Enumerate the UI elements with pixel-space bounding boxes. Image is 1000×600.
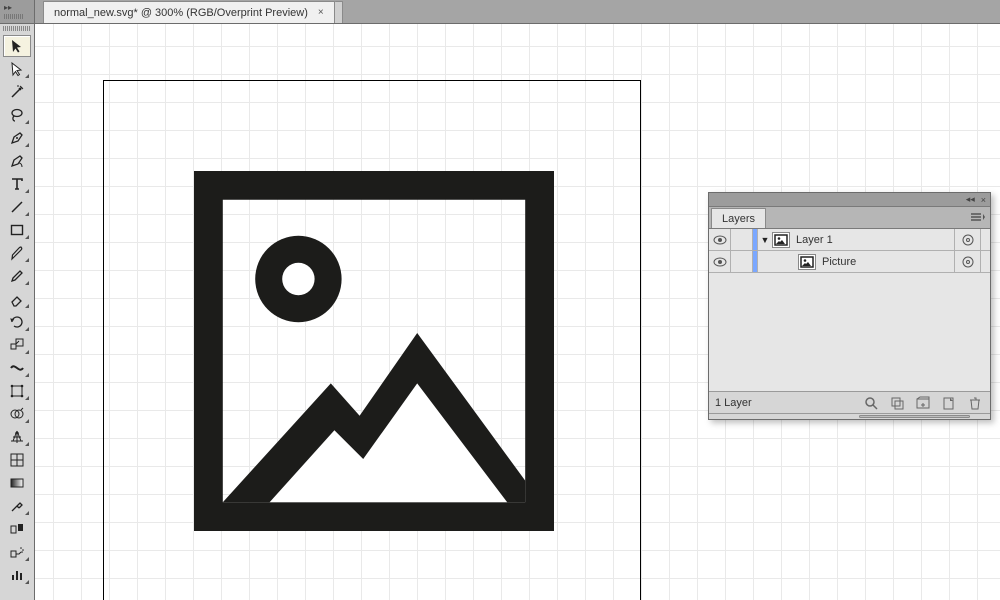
- delete-icon[interactable]: [966, 395, 984, 411]
- layer-row[interactable]: Picture: [709, 251, 990, 273]
- pencil-tool[interactable]: [3, 265, 31, 287]
- lock-toggle[interactable]: [731, 251, 753, 272]
- pen-tool[interactable]: [3, 127, 31, 149]
- flyout-indicator-icon: [25, 350, 29, 354]
- close-panel-icon[interactable]: ×: [981, 195, 986, 205]
- visibility-toggle-icon[interactable]: [709, 229, 731, 250]
- paintbrush-tool[interactable]: [3, 242, 31, 264]
- eraser-tool[interactable]: [3, 288, 31, 310]
- flyout-indicator-icon: [25, 143, 29, 147]
- document-tab[interactable]: normal_new.svg* @ 300% (RGB/Overprint Pr…: [43, 1, 335, 23]
- shape-builder-tool[interactable]: [3, 403, 31, 425]
- layer-name[interactable]: Picture: [822, 256, 954, 268]
- create-new-layer-icon[interactable]: [940, 395, 958, 411]
- canvas-area[interactable]: ◂◂ × Layers ▼ Layer 1 Picture 1 Layer: [35, 24, 1000, 600]
- gradient-tool[interactable]: [3, 472, 31, 494]
- eyedropper-tool[interactable]: [3, 495, 31, 517]
- document-tab-title: normal_new.svg* @ 300% (RGB/Overprint Pr…: [54, 7, 308, 19]
- flyout-indicator-icon: [25, 212, 29, 216]
- tools-panel: [0, 24, 35, 600]
- selection-tool[interactable]: [3, 35, 31, 57]
- layers-tab[interactable]: Layers: [711, 208, 766, 228]
- layer-thumbnail-icon: [772, 232, 790, 248]
- document-tab-bar: normal_new.svg* @ 300% (RGB/Overprint Pr…: [35, 0, 1000, 24]
- flyout-indicator-icon: [25, 74, 29, 78]
- scale-tool[interactable]: [3, 334, 31, 356]
- free-transform-tool[interactable]: [3, 380, 31, 402]
- flyout-indicator-icon: [25, 557, 29, 561]
- curvature-tool[interactable]: [3, 150, 31, 172]
- line-segment-tool[interactable]: [3, 196, 31, 218]
- flyout-indicator-icon: [25, 235, 29, 239]
- layers-tab-label: Layers: [722, 213, 755, 225]
- panel-tabs: Layers: [709, 207, 990, 229]
- flyout-indicator-icon: [25, 396, 29, 400]
- flyout-indicator-icon: [25, 189, 29, 193]
- type-tool[interactable]: [3, 173, 31, 195]
- flyout-indicator-icon: [25, 281, 29, 285]
- artwork-picture-icon[interactable]: [194, 171, 554, 531]
- flyout-indicator-icon: [25, 258, 29, 262]
- flyout-indicator-icon: [25, 327, 29, 331]
- column-graph-tool[interactable]: [3, 564, 31, 586]
- width-tool[interactable]: [3, 357, 31, 379]
- selection-indicator[interactable]: [980, 229, 990, 250]
- layers-empty-area[interactable]: [709, 273, 990, 391]
- direct-selection-tool[interactable]: [3, 58, 31, 80]
- flyout-indicator-icon: [25, 304, 29, 308]
- flyout-indicator-icon: [25, 580, 29, 584]
- symbol-sprayer-tool[interactable]: [3, 541, 31, 563]
- rotate-tool[interactable]: [3, 311, 31, 333]
- panel-expand-handle[interactable]: ▸▸: [0, 0, 35, 24]
- perspective-grid-tool[interactable]: [3, 426, 31, 448]
- visibility-toggle-icon[interactable]: [709, 251, 731, 272]
- flyout-indicator-icon: [25, 511, 29, 515]
- lasso-tool[interactable]: [3, 104, 31, 126]
- layers-panel-status: 1 Layer: [709, 391, 990, 413]
- rectangle-tool[interactable]: [3, 219, 31, 241]
- target-icon[interactable]: [954, 251, 980, 272]
- layer-name[interactable]: Layer 1: [796, 234, 954, 246]
- panel-scrollbar[interactable]: [709, 413, 990, 419]
- layer-thumbnail-icon: [798, 254, 816, 270]
- artboard[interactable]: [103, 80, 641, 600]
- layers-panel: ◂◂ × Layers ▼ Layer 1 Picture 1 Layer: [708, 192, 991, 420]
- selection-indicator[interactable]: [980, 251, 990, 272]
- flyout-indicator-icon: [25, 442, 29, 446]
- mesh-tool[interactable]: [3, 449, 31, 471]
- layers-count-label: 1 Layer: [715, 397, 854, 409]
- layer-row[interactable]: ▼ Layer 1: [709, 229, 990, 251]
- grip-icon: [4, 14, 24, 19]
- locate-object-icon[interactable]: [862, 395, 880, 411]
- create-sublayer-icon[interactable]: [914, 395, 932, 411]
- magic-wand-tool[interactable]: [3, 81, 31, 103]
- make-clipping-mask-icon[interactable]: [888, 395, 906, 411]
- disclosure-triangle-icon[interactable]: ▼: [758, 235, 772, 245]
- layers-list: ▼ Layer 1 Picture: [709, 229, 990, 273]
- layer-color-chip: [753, 251, 758, 272]
- panel-menu-icon[interactable]: [970, 210, 986, 224]
- expand-icon: ▸▸: [4, 4, 12, 12]
- collapse-icon[interactable]: ◂◂: [966, 194, 975, 205]
- flyout-indicator-icon: [25, 419, 29, 423]
- tools-grip-icon[interactable]: [3, 26, 31, 31]
- blend-tool[interactable]: [3, 518, 31, 540]
- flyout-indicator-icon: [25, 120, 29, 124]
- tab-end-spacer: [335, 1, 343, 23]
- close-tab-icon[interactable]: ×: [318, 7, 324, 18]
- panel-titlebar[interactable]: ◂◂ ×: [709, 193, 990, 207]
- lock-toggle[interactable]: [731, 229, 753, 250]
- flyout-indicator-icon: [25, 373, 29, 377]
- target-icon[interactable]: [954, 229, 980, 250]
